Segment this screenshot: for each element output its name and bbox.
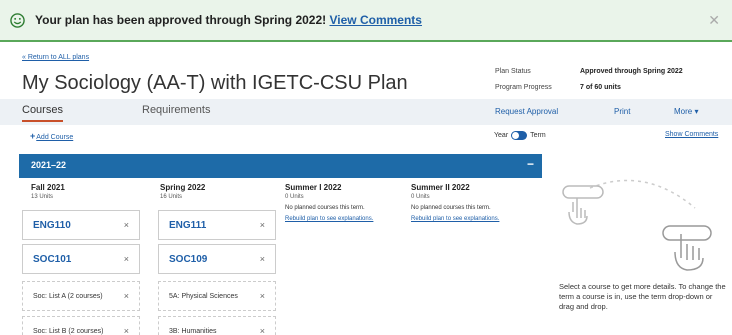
collapse-icon[interactable]: − xyxy=(527,157,534,171)
banner-message: Your plan has been approved through Spri… xyxy=(35,13,422,27)
remove-icon[interactable]: × xyxy=(124,254,129,264)
requirement-name: Soc: List A (2 courses) xyxy=(33,292,103,300)
year-header[interactable]: 2021–22 − xyxy=(19,154,542,178)
term-units: 16 Units xyxy=(160,194,183,200)
view-comments-link[interactable]: View Comments xyxy=(330,13,422,27)
remove-icon[interactable]: × xyxy=(260,254,265,264)
course-code: ENG111 xyxy=(169,219,207,231)
course-card-soc109[interactable]: SOC109 × xyxy=(158,244,276,274)
course-card-eng110[interactable]: ENG110 × xyxy=(22,210,140,240)
more-menu-button[interactable]: More ▾ xyxy=(674,107,698,116)
empty-term-message: No planned courses this term. xyxy=(411,205,491,211)
tab-bar: Courses Requirements Request Approval Pr… xyxy=(0,99,732,125)
rebuild-plan-link[interactable]: Rebuild plan to see explanations. xyxy=(411,216,499,222)
course-card-eng111[interactable]: ENG111 × xyxy=(158,210,276,240)
term-units: 0 Units xyxy=(411,194,430,200)
term-units: 0 Units xyxy=(285,194,304,200)
term-summer-ii-2022: Summer II 2022 0 Units No planned course… xyxy=(411,183,499,222)
year-label-2021-22: 2021–22 xyxy=(31,160,67,170)
year-term-switch: Year Term xyxy=(494,131,546,140)
remove-icon[interactable]: × xyxy=(124,220,129,230)
requirement-card-soc-list-a[interactable]: Soc: List A (2 courses) × xyxy=(22,281,140,311)
page-title: My Sociology (AA-T) with IGETC-CSU Plan xyxy=(22,72,408,94)
request-approval-button[interactable]: Request Approval xyxy=(495,107,558,116)
term-units: 13 Units xyxy=(31,194,54,200)
toggle-switch[interactable] xyxy=(511,131,528,140)
term-fall-2021: Fall 2021 13 Units xyxy=(31,183,65,200)
show-comments-link[interactable]: Show Comments xyxy=(665,131,718,138)
remove-icon[interactable]: × xyxy=(124,326,129,335)
plan-status-value: Approved through Spring 2022 xyxy=(580,68,683,75)
rebuild-plan-link[interactable]: Rebuild plan to see explanations. xyxy=(285,216,373,222)
program-progress-value: 7 of 60 units xyxy=(580,84,621,91)
print-button[interactable]: Print xyxy=(614,107,630,116)
term-summer-i-2022: Summer I 2022 0 Units No planned courses… xyxy=(285,183,373,222)
drag-hand-icon xyxy=(568,198,588,225)
close-icon[interactable]: ✕ xyxy=(708,12,720,29)
requirement-card-5a-physical-sciences[interactable]: 5A: Physical Sciences × xyxy=(158,281,276,311)
course-card-soc101[interactable]: SOC101 × xyxy=(22,244,140,274)
return-to-plans-link[interactable]: « Return to ALL plans xyxy=(22,54,89,61)
tab-courses[interactable]: Courses xyxy=(22,104,63,122)
year-label: Year xyxy=(494,132,509,139)
toggle-knob xyxy=(512,132,520,139)
term-name: Spring 2022 xyxy=(160,183,206,192)
remove-icon[interactable]: × xyxy=(260,326,265,335)
course-code: SOC109 xyxy=(169,253,208,265)
requirement-card-soc-list-b[interactable]: Soc: List B (2 courses) × xyxy=(22,316,140,335)
drag-drop-illustration xyxy=(562,179,712,271)
requirement-name: 5A: Physical Sciences xyxy=(169,292,238,300)
plan-status-label: Plan Status xyxy=(495,68,531,75)
requirement-card-3b-humanities[interactable]: 3B: Humanities × xyxy=(158,316,276,335)
remove-icon[interactable]: × xyxy=(260,291,265,301)
plus-icon: + xyxy=(30,131,36,141)
add-course-label: Add Course xyxy=(36,134,74,141)
term-name: Fall 2021 xyxy=(31,183,65,192)
requirement-name: 3B: Humanities xyxy=(169,327,217,335)
term-spring-2022: Spring 2022 16 Units xyxy=(160,183,205,200)
remove-icon[interactable]: × xyxy=(260,220,265,230)
term-name: Summer I 2022 xyxy=(285,183,342,192)
banner-text: Your plan has been approved through Spri… xyxy=(35,13,327,27)
remove-icon[interactable]: × xyxy=(124,291,129,301)
requirement-name: Soc: List B (2 courses) xyxy=(33,327,104,335)
tab-requirements[interactable]: Requirements xyxy=(142,104,210,116)
course-code: SOC101 xyxy=(33,253,72,265)
program-progress-label: Program Progress xyxy=(495,84,552,91)
approval-banner: Your plan has been approved through Spri… xyxy=(0,0,732,42)
term-name: Summer II 2022 xyxy=(411,183,470,192)
empty-term-message: No planned courses this term. xyxy=(285,205,365,211)
course-code: ENG110 xyxy=(33,219,71,231)
term-label: Term xyxy=(530,132,546,139)
course-details-hint: Select a course to get more details. To … xyxy=(559,282,726,311)
add-course-link[interactable]: +Add Course xyxy=(30,131,73,141)
smile-icon xyxy=(10,13,25,28)
